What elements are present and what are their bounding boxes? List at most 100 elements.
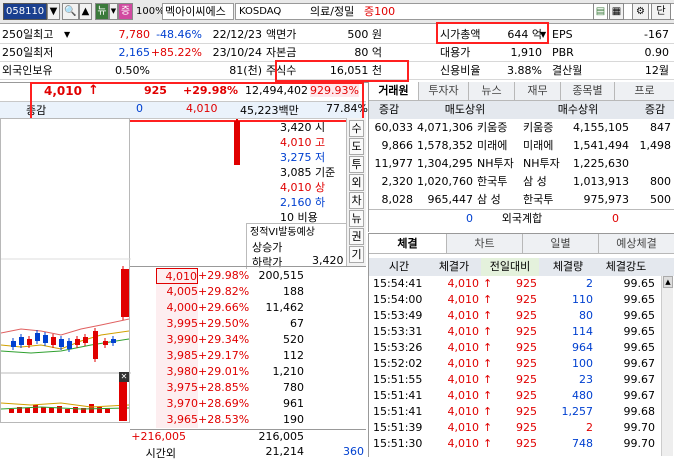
order-price[interactable]: 3,990: [156, 332, 198, 348]
broker-sell-name: 키움증: [477, 121, 508, 134]
volume-bar: [97, 407, 102, 413]
order-price[interactable]: 3,970: [156, 396, 198, 412]
orderbook-row: 3,980 +29.01% 1,210: [130, 364, 366, 380]
side-tab[interactable]: 뉴: [349, 210, 364, 227]
tick-header: 전일대비: [481, 258, 539, 276]
orderbook-row: 3,965 +28.53% 190: [130, 412, 366, 428]
order-qty: 67: [290, 317, 304, 330]
broker-row: 9,866 1,578,352 미래에 미래에 1,541,494 1,498: [369, 137, 674, 155]
vi-up-label: 상승가: [252, 241, 283, 254]
up-arrow-icon: ↑: [483, 293, 493, 306]
tick-tab[interactable]: 예상체결: [599, 234, 674, 253]
side-tab[interactable]: 권: [349, 228, 364, 245]
side-tab[interactable]: 외: [349, 174, 364, 191]
tick-strength: 99.67: [623, 389, 656, 402]
tick-change: 925: [516, 405, 537, 418]
side-tab[interactable]: 기: [349, 246, 364, 263]
tick-time: 15:51:41: [373, 389, 423, 402]
tick-change: 925: [516, 389, 537, 402]
broker-sell-change: 60,033: [374, 121, 414, 134]
broker-tab[interactable]: 거래원: [369, 82, 419, 100]
tick-strength: 99.70: [623, 421, 656, 434]
candle: [121, 269, 129, 317]
save-icon[interactable]: ▤: [593, 3, 608, 20]
stock-code-input[interactable]: 058110: [3, 3, 47, 20]
tick-strength: 99.65: [623, 325, 656, 338]
candle: [111, 339, 116, 343]
ticks-scrollbar[interactable]: ▲: [661, 276, 673, 456]
tick-qty: 100: [572, 357, 593, 370]
tick-price: 4,010: [447, 325, 480, 338]
volume-bar: [25, 408, 30, 413]
candle: [93, 331, 98, 359]
broker-sell-name: NH투자: [477, 157, 514, 170]
tick-time: 15:53:31: [373, 325, 423, 338]
order-price[interactable]: 4,000: [156, 300, 198, 316]
summary-d: 23/10/24: [212, 46, 262, 59]
tick-tab[interactable]: 체결: [369, 234, 447, 253]
broker-buy-name: 미래에: [523, 139, 554, 152]
broker-tab[interactable]: 재무: [515, 82, 561, 100]
order-qty: 200,515: [258, 269, 305, 282]
order-price[interactable]: 3,995: [156, 316, 198, 332]
tick-qty: 1,257: [561, 405, 594, 418]
broker-row: 11,977 1,304,295 NH투자 NH투자 1,225,630: [369, 155, 674, 173]
single-button[interactable]: 단: [651, 3, 671, 20]
broker-tab[interactable]: 뉴스: [469, 82, 515, 100]
tick-row: 15:51:41 4,010 ↑ 925 1,257 99.68: [369, 404, 661, 420]
order-price[interactable]: 3,975: [156, 380, 198, 396]
fund-dropdown[interactable]: ▼: [109, 3, 118, 20]
tick-row: 15:53:26 4,010 ↑ 925 964 99.65: [369, 340, 661, 356]
fund-button[interactable]: 뉴: [95, 3, 109, 20]
toolbar: 058110 ▼ 🔍 ▲ 뉴 ▼ 증 100% 멕아이씨에스 KOSDAQ 의료…: [0, 0, 674, 24]
summary-l4: EPS: [552, 28, 573, 41]
mini-candle-chart: [1, 258, 131, 421]
order-price[interactable]: 3,985: [156, 348, 198, 364]
grid-icon[interactable]: ▦: [609, 3, 624, 20]
foreign-sell: 0: [466, 212, 473, 225]
broker-tab[interactable]: 종목별: [561, 82, 615, 100]
tick-qty: 114: [572, 325, 593, 338]
tick-strength: 99.68: [623, 405, 656, 418]
broker-tab[interactable]: 투자자: [419, 82, 469, 100]
orderbook-row: 4,005 +29.82% 188: [130, 284, 366, 300]
summary-v4: 12월: [644, 64, 669, 77]
summary-l: 250일최고: [2, 28, 54, 41]
tick-row: 15:51:39 4,010 ↑ 925 2 99.70: [369, 420, 661, 436]
close-icon[interactable]: ✕: [119, 372, 129, 382]
tick-tab[interactable]: 일별: [523, 234, 599, 253]
previous-button[interactable]: ▲: [79, 3, 92, 20]
margin-badge[interactable]: 증: [118, 3, 133, 20]
dropdown-button[interactable]: ▼: [47, 3, 60, 20]
tick-price: 4,010: [447, 437, 480, 450]
side-tab[interactable]: 수: [349, 120, 364, 137]
order-price[interactable]: 4,005: [156, 284, 198, 300]
order-price[interactable]: 4,010: [156, 268, 198, 284]
tick-qty: 964: [572, 341, 593, 354]
orderbook: 4,010 +29.98% 200,515 4,005 +29.82% 188 4,000 +…: [130, 266, 366, 460]
dropdown-icon[interactable]: ▼: [64, 26, 76, 44]
gear-icon[interactable]: ⚙: [632, 3, 649, 20]
side-tab[interactable]: 도: [349, 138, 364, 155]
search-icon[interactable]: 🔍: [62, 3, 79, 20]
tick-change: 925: [516, 293, 537, 306]
candle: [35, 333, 40, 341]
broker-sell-qty: 1,020,760: [417, 175, 473, 188]
order-price[interactable]: 3,980: [156, 364, 198, 380]
tick-strength: 99.65: [623, 293, 656, 306]
side-tab[interactable]: 차: [349, 192, 364, 209]
candle: [103, 341, 108, 345]
order-price[interactable]: 3,965: [156, 412, 198, 428]
side-tab[interactable]: 투: [349, 156, 364, 173]
tick-time: 15:53:49: [373, 309, 423, 322]
foreign-buy: 0: [612, 212, 619, 225]
broker-buy-name: 삼 성: [523, 175, 547, 188]
broker-sell-change: 8,028: [381, 193, 414, 206]
broker-sell-change: 11,977: [374, 157, 414, 170]
broker-sell-qty: 1,304,295: [417, 157, 473, 170]
stock-name: 멕아이씨에스: [162, 3, 234, 20]
tick-tab[interactable]: 차트: [447, 234, 523, 253]
broker-tab[interactable]: 프로: [615, 82, 674, 100]
broker-buy-name: 키움증: [523, 121, 554, 134]
orderbook-row: 3,970 +28.69% 961: [130, 396, 366, 412]
